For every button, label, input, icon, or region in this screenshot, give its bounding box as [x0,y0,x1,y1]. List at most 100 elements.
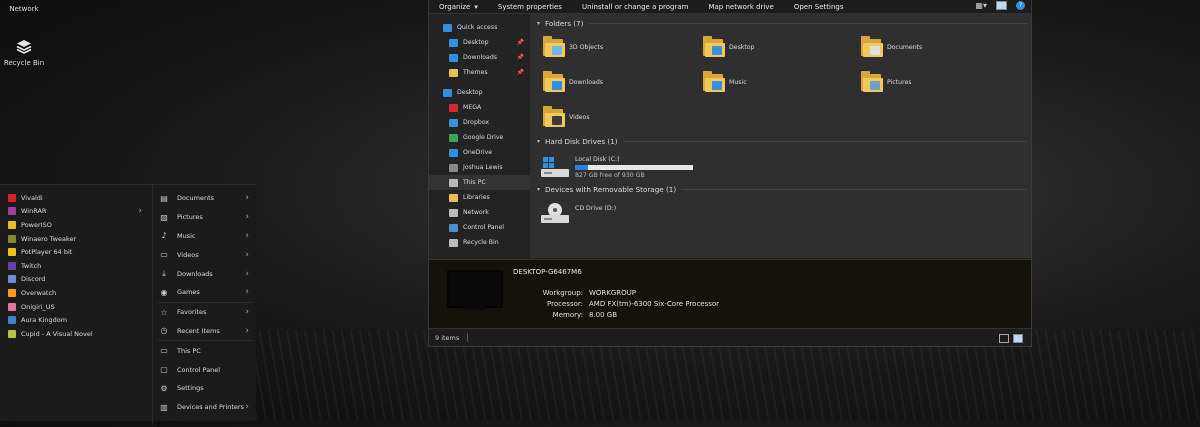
app-icon [8,248,16,257]
details-view-icon[interactable] [999,334,1009,343]
help-icon[interactable]: ? [1016,1,1025,10]
group-header-folders[interactable]: ▾ Folders (7) [537,19,1027,28]
nav-item-label: Desktop [463,39,489,46]
place-label: This PC [177,346,201,355]
nav-item[interactable]: OneDrive [429,145,530,160]
group-header-removable-storage[interactable]: ▾ Devices with Removable Storage (1) [537,185,1027,194]
start-menu-place-item[interactable]: ☆ Favorites › [153,303,257,322]
start-menu-app-item[interactable]: WinRAR › [0,205,152,219]
nav-item-icon [449,38,458,47]
start-menu-place-item[interactable]: ◉ Games › [153,283,257,302]
start-menu-app-item[interactable]: Aura Kingdom [0,313,152,327]
desktop-icon-network[interactable]: Network [0,5,54,13]
chevron-right-icon[interactable]: › [138,206,142,216]
folder-item[interactable]: Videos [543,106,590,128]
nav-item[interactable]: MEGA [429,100,530,115]
place-label: Recent Items [177,326,220,335]
nav-item-label: Control Panel [463,224,505,231]
nav-item-icon [449,103,458,112]
toolbar-button[interactable]: Open Settings [784,3,854,11]
videos-icon: ▭ [160,250,168,260]
nav-item[interactable]: Dropbox [429,115,530,130]
nav-item[interactable]: Network [429,205,530,220]
start-menu-place-item[interactable]: ▥ Devices and Printers › [153,398,257,417]
nav-item[interactable]: Libraries [429,190,530,205]
folder-item[interactable]: Documents [861,36,922,58]
start-menu-app-item[interactable]: PotPlayer 64 bit [0,245,152,259]
place-label: Downloads [177,269,213,278]
toolbar-button[interactable]: Uninstall or change a program [572,3,699,11]
nav-item[interactable]: Google Drive [429,130,530,145]
nav-item-label: Dropbox [463,119,490,126]
nav-item[interactable]: Desktop 📌 [429,35,530,50]
drive-free-space: 827 GB free of 930 GB [575,172,645,179]
cd-drive-label: CD Drive (D:) [575,205,617,212]
nav-item-label: Quick access [457,24,498,31]
app-label: WinRAR [21,207,47,216]
this-pc-icon: ▭ [160,346,168,356]
desktop-icon-recycle-bin[interactable]: Recycle Bin [0,38,54,67]
drive-cd-d[interactable]: CD Drive (D:) [541,202,616,224]
start-menu: Vivaldi WinRAR › PowerISO Winaero Tweaker Pot… [0,184,257,425]
nav-item[interactable]: This PC [429,175,530,190]
start-menu-app-item[interactable]: Vivaldi [0,191,152,205]
start-menu-app-item[interactable]: Winaero Tweaker [0,232,152,246]
app-icon [8,220,16,229]
start-menu-place-item[interactable]: ▭ This PC [153,341,257,360]
nav-item[interactable]: Joshua Lewis [429,160,530,175]
games-icon: ◉ [160,287,168,297]
start-menu-place-item[interactable]: ♪ Music › [153,227,257,246]
desktop-icon-label: Recycle Bin [3,59,45,67]
start-menu-app-item[interactable]: Discord [0,273,152,287]
place-label: Pictures [177,213,203,222]
toolbar-button[interactable]: Map network drive [698,3,783,11]
large-icons-view-icon[interactable] [1013,334,1023,343]
chevron-right-icon[interactable]: › [245,212,249,222]
file-explorer-window: Organize ▾ System properties Uninstall or c… [428,0,1032,347]
windows-drive-icon [541,157,569,177]
toolbar-button[interactable]: Organize ▾ [429,3,488,11]
chevron-right-icon[interactable]: › [245,193,249,203]
start-menu-app-item[interactable]: Cupid - A Visual Novel [0,327,152,341]
app-icon [8,261,16,270]
chevron-right-icon[interactable]: › [245,307,249,317]
start-menu-place-item[interactable]: ▭ Videos › [153,245,257,264]
folder-item[interactable]: Downloads [543,71,603,93]
start-menu-app-item[interactable]: Overwatch [0,286,152,300]
divider [467,333,469,342]
folder-item[interactable]: 3D Objects [543,36,603,58]
nav-item[interactable]: Downloads 📌 [429,50,530,65]
chevron-right-icon[interactable]: › [245,231,249,241]
start-menu-place-item[interactable]: ▤ Documents › [153,189,257,208]
chevron-right-icon[interactable]: › [245,287,249,297]
change-view-icon[interactable]: ▦▾ [975,1,987,10]
chevron-right-icon[interactable]: › [245,250,249,260]
nav-item[interactable]: Desktop [429,85,530,100]
nav-item[interactable]: Quick access [429,20,530,35]
folder-item[interactable]: Pictures [861,71,912,93]
chevron-right-icon[interactable]: › [245,326,249,336]
start-menu-place-item[interactable]: ◷ Recent Items › [153,322,257,341]
preview-pane-icon[interactable] [996,1,1007,10]
start-menu-app-item[interactable]: PowerISO [0,218,152,232]
content-pane: ▾ Folders (7) ▾ Hard Disk Drives (1) ▾ D… [531,14,1031,258]
start-menu-app-item[interactable]: Twitch [0,259,152,273]
start-menu-place-item[interactable]: ⚙ Settings [153,379,257,398]
nav-item[interactable]: Themes 📌 [429,65,530,80]
app-label: PowerISO [21,220,52,229]
toolbar-button[interactable]: System properties [488,3,572,11]
group-header-hard-disk-drives[interactable]: ▾ Hard Disk Drives (1) [537,137,1027,146]
chevron-right-icon[interactable]: › [245,402,249,412]
chevron-right-icon[interactable]: › [245,269,249,279]
folder-item[interactable]: Desktop [703,36,755,58]
nav-item[interactable]: Control Panel [429,220,530,235]
start-menu-place-item[interactable]: ▢ Control Panel [153,360,257,379]
start-menu-place-item[interactable]: ▨ Pictures › [153,208,257,227]
nav-item-label: This PC [463,179,486,186]
start-menu-place-item[interactable]: ⤓ Downloads › [153,264,257,283]
drive-local-disk-c[interactable]: Local Disk (C:) 827 GB free of 930 GB [541,156,693,179]
start-menu-app-item[interactable]: Onigiri_US [0,300,152,314]
nav-item[interactable]: Recycle Bin [429,235,530,250]
app-icon [8,302,16,311]
folder-item[interactable]: Music [703,71,747,93]
